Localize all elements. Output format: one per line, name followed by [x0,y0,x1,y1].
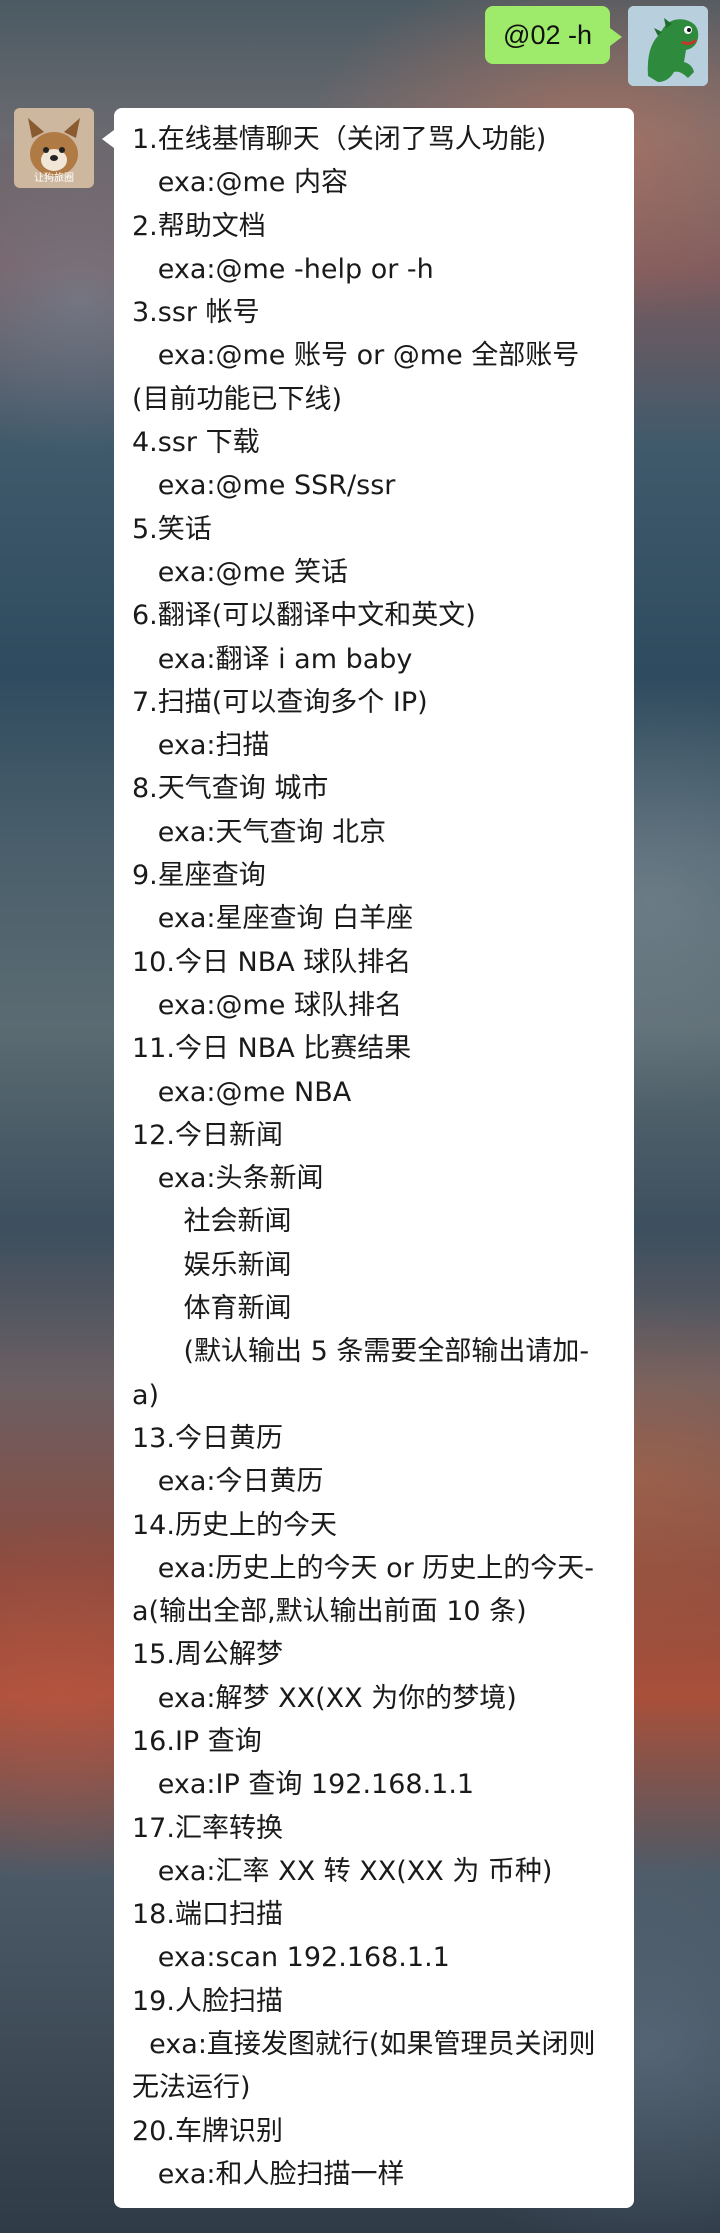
message-line: 5.笑话 [132,513,212,545]
message-line: 社会新闻 [132,1206,292,1238]
sender-avatar[interactable]: 让狗旅圈 [14,108,94,188]
message-line: 13.今日黄历 [132,1422,283,1454]
message-line: exa:解梦 XX(XX 为你的梦境) [132,1682,517,1714]
message-line: 18.端口扫描 [132,1899,283,1931]
incoming-message-bubble[interactable]: 1.在线基情聊天（关闭了骂人功能) exa:@me 内容 2.帮助文档 exa:@… [102,108,634,2209]
message-line: exa:@me SSR/ssr [132,470,396,502]
message-line: exa:汇率 XX 转 XX(XX 为 币种) [132,1855,553,1887]
message-line: exa:天气查询 北京 [132,816,387,848]
message-line: 娱乐新闻 [132,1249,292,1281]
message-line: a) [132,1379,160,1411]
message-line: 11.今日 NBA 比赛结果 [132,1033,412,1065]
outgoing-message-bubble[interactable]: @02 -h [485,6,622,64]
outgoing-message-row: @02 -h [485,6,708,86]
avatar-caption: 让狗旅圈 [34,173,74,184]
message-line: exa:和人脸扫描一样 [132,2158,405,2190]
message-line: exa:直接发图就行(如果管理员关闭则 [132,2029,596,2061]
message-line: exa:@me 账号 or @me 全部账号 [132,340,580,372]
message-line: exa:扫描 [132,730,270,762]
message-line: 2.帮助文档 [132,210,266,242]
message-line: 1.在线基情聊天（关闭了骂人功能) [132,124,547,155]
message-line: 17.汇率转换 [132,1812,283,1844]
message-line: exa:翻译 i am baby [132,643,413,675]
dinosaur-avatar-icon [628,6,708,86]
message-line: exa:scan 192.168.1.1 [132,1942,450,1974]
message-line: 体育新闻 [132,1293,292,1325]
message-line: 7.扫描(可以查询多个 IP) [132,686,428,718]
message-line: exa:今日黄历 [132,1466,324,1498]
self-avatar[interactable] [628,6,708,86]
message-line: 12.今日新闻 [132,1119,283,1151]
message-line: exa:@me 笑话 [132,556,348,588]
message-line: exa:@me NBA [132,1076,352,1108]
message-line: 6.翻译(可以翻译中文和英文) [132,600,476,632]
message-line: exa:@me 球队排名 [132,989,402,1021]
message-line: 10.今日 NBA 球队排名 [132,946,412,978]
message-line: 8.天气查询 城市 [132,773,329,805]
message-line: exa:@me 内容 [132,167,348,199]
message-line: 16.IP 查询 [132,1725,262,1757]
message-line: (目前功能已下线) [132,383,343,415]
message-line: exa:历史上的今天 or 历史上的今天- [132,1552,595,1584]
message-line: exa:星座查询 白羊座 [132,903,414,935]
message-line: exa:IP 查询 192.168.1.1 [132,1769,475,1801]
message-line: 19.人脸扫描 [132,1985,283,2017]
message-line: 9.星座查询 [132,860,266,892]
message-line: 4.ssr 下载 [132,427,260,459]
message-line: 15.周公解梦 [132,1639,283,1671]
message-line: 无法运行) [132,2072,251,2104]
message-line: 20.车牌识别 [132,2115,283,2147]
message-line: 14.历史上的今天 [132,1509,337,1541]
message-line: exa:头条新闻 [132,1163,324,1195]
incoming-message-row: 让狗旅圈 1.在线基情聊天（关闭了骂人功能) exa:@me 内容 2.帮助文档 … [14,108,634,2209]
message-line: 3.ssr 帐号 [132,297,260,329]
message-line: a(输出全部,默认输出前面 10 条) [132,1596,527,1628]
message-line: (默认输出 5 条需要全部输出请加- [132,1336,590,1368]
message-line: exa:@me -help or -h [132,253,434,285]
